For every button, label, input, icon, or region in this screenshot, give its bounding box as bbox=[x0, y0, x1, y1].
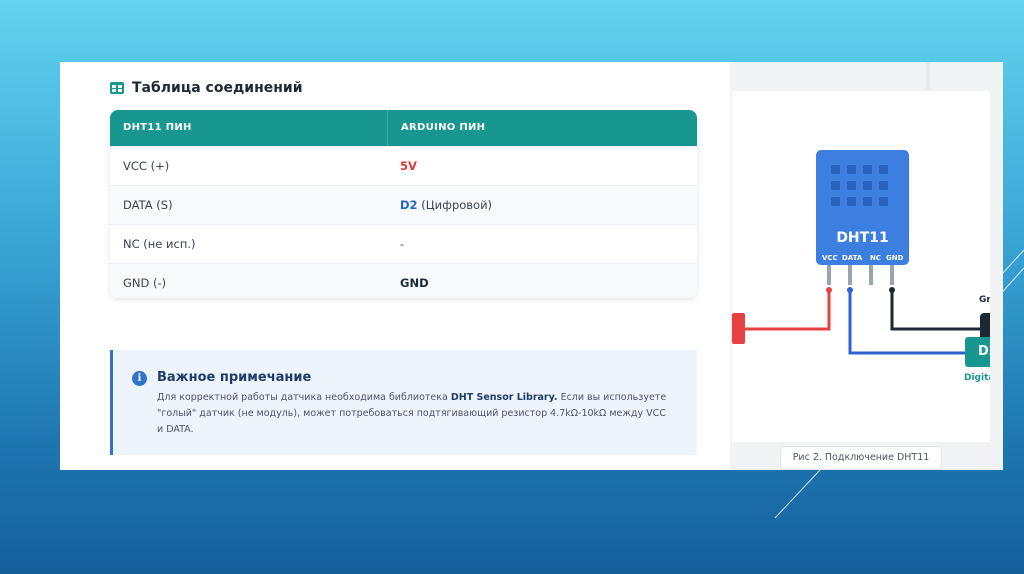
table-icon bbox=[110, 82, 124, 94]
table-header: DHT11 ПИН ARDUINO ПИН bbox=[110, 110, 697, 146]
gnd-wire bbox=[890, 290, 980, 331]
pin-vcc bbox=[827, 265, 831, 285]
pin-nc bbox=[869, 265, 873, 285]
cell-dht-pin: GND (-) bbox=[123, 276, 167, 290]
diagram-column: DHT11 VCC DATA NC GND Gr D2 Digita Рис 2… bbox=[730, 62, 1003, 470]
note-text-before: Для корректной работы датчика необходима… bbox=[157, 392, 451, 403]
vcc-junction bbox=[826, 287, 832, 293]
cell-arduino-pin: D2 (Цифровой) bbox=[387, 186, 664, 224]
data-junction bbox=[847, 287, 853, 293]
cell-dht-pin: DATA (S) bbox=[123, 198, 173, 212]
sensor-vent bbox=[847, 197, 856, 206]
sensor-vent bbox=[879, 165, 888, 174]
table-row: NC (не исп.) - bbox=[110, 224, 697, 263]
section-title: Таблица соединений bbox=[132, 80, 303, 96]
note-text: Для корректной работы датчика необходима… bbox=[157, 390, 667, 438]
cell-arduino-pin: - bbox=[400, 237, 405, 251]
power-terminal bbox=[732, 313, 745, 344]
table-row: VCC (+) 5V bbox=[110, 146, 697, 185]
dht11-sensor: DHT11 VCC DATA NC GND bbox=[816, 150, 909, 265]
sensor-vent bbox=[847, 165, 856, 174]
cell-dht-pin: NC (не исп.) bbox=[123, 237, 196, 251]
value-d2: D2 bbox=[400, 198, 418, 212]
value-gnd: GND bbox=[400, 276, 429, 290]
pin-label-nc: NC bbox=[870, 254, 881, 262]
data-wire bbox=[848, 290, 965, 355]
strip-divider bbox=[926, 62, 930, 91]
cell-arduino-pin: GND bbox=[387, 264, 664, 298]
pin-label-data: DATA bbox=[842, 254, 863, 262]
cell-dht-pin: VCC (+) bbox=[123, 159, 170, 173]
section-header: Таблица соединений bbox=[110, 80, 303, 96]
pin-gnd bbox=[890, 265, 894, 285]
pin-data bbox=[848, 265, 852, 285]
note-title: Важное примечание bbox=[157, 370, 312, 385]
gnd-junction bbox=[889, 287, 895, 293]
value-d2-note: (Цифровой) bbox=[417, 198, 493, 212]
sensor-vent bbox=[831, 197, 840, 206]
diagram-top-strip bbox=[730, 62, 1003, 91]
left-column: Таблица соединений DHT11 ПИН ARDUINO ПИН… bbox=[60, 62, 730, 470]
sensor-vent bbox=[863, 165, 872, 174]
column-header-arduino: ARDUINO ПИН bbox=[387, 110, 665, 146]
pin-label-gnd: GND bbox=[886, 254, 904, 262]
note-library-name: DHT Sensor Library. bbox=[450, 392, 558, 403]
sensor-vent bbox=[847, 181, 856, 190]
table-row: DATA (S) D2 (Цифровой) bbox=[110, 185, 697, 224]
slide-panel: Таблица соединений DHT11 ПИН ARDUINO ПИН… bbox=[60, 62, 1003, 470]
sensor-label: DHT11 bbox=[836, 230, 889, 246]
connection-table: DHT11 ПИН ARDUINO ПИН VCC (+) 5V DATA (S… bbox=[110, 110, 697, 298]
gnd-terminal-label: Gr bbox=[979, 295, 990, 305]
table-row: GND (-) GND bbox=[110, 263, 697, 298]
wires bbox=[745, 290, 980, 355]
cell-arduino-pin: 5V bbox=[387, 147, 664, 185]
column-header-dht11: DHT11 ПИН bbox=[123, 122, 192, 133]
value-5v: 5V bbox=[400, 159, 417, 173]
pin-label-vcc: VCC bbox=[822, 254, 838, 262]
sensor-vent bbox=[831, 181, 840, 190]
info-icon: i bbox=[132, 371, 147, 386]
sensor-vent bbox=[879, 181, 888, 190]
sensor-vent bbox=[879, 197, 888, 206]
wiring-diagram: DHT11 VCC DATA NC GND Gr D2 Digita bbox=[732, 91, 990, 442]
sensor-vent bbox=[831, 165, 840, 174]
important-note: i Важное примечание Для корректной работ… bbox=[110, 350, 697, 455]
vcc-wire bbox=[745, 290, 831, 331]
d2-terminal: D2 bbox=[965, 337, 990, 367]
sensor-vent bbox=[863, 181, 872, 190]
sensor-vent bbox=[863, 197, 872, 206]
figure-caption: Рис 2. Подключение DHT11 bbox=[780, 446, 942, 470]
digital-label: Digita bbox=[964, 373, 990, 383]
